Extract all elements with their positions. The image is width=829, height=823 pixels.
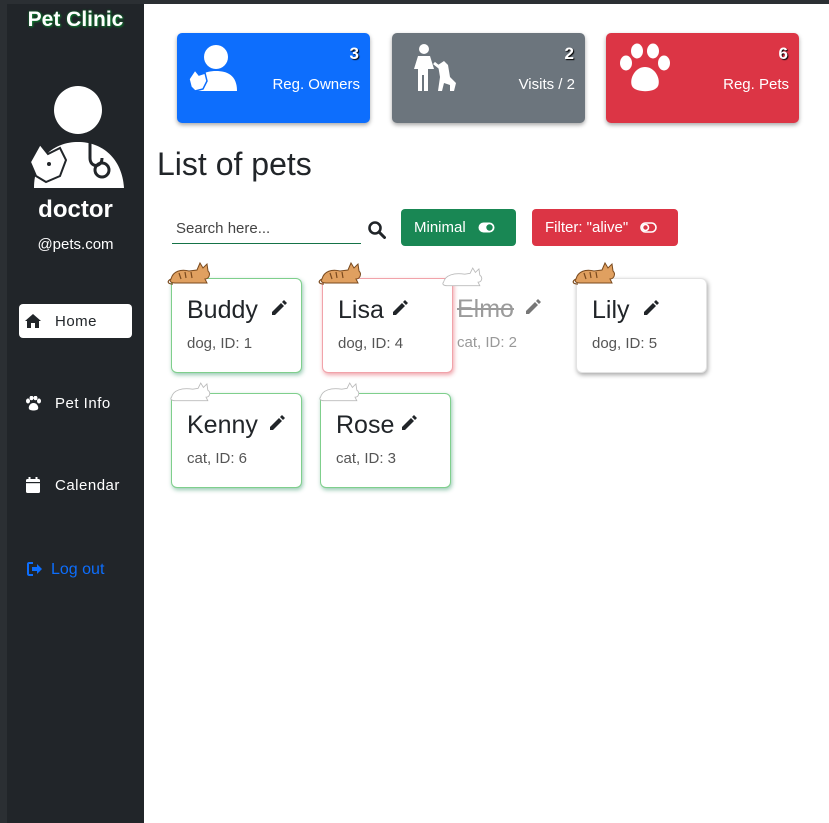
paw-icon bbox=[25, 395, 41, 411]
cat-lying-icon bbox=[167, 261, 210, 285]
logout-link[interactable]: Log out bbox=[27, 561, 104, 579]
pet-subtitle: cat, ID: 6 bbox=[187, 450, 248, 467]
nav-item-label: Pet Info bbox=[55, 394, 111, 412]
pet-card[interactable]: Lily dog, ID: 5 bbox=[576, 278, 707, 373]
stat-card-visits[interactable]: 2 Visits / 2 bbox=[392, 33, 585, 123]
pet-card[interactable]: Kenny cat, ID: 6 bbox=[171, 393, 302, 488]
search-input[interactable] bbox=[172, 214, 361, 242]
pet-subtitle: dog, ID: 4 bbox=[338, 335, 404, 352]
stat-label: Visits / 2 bbox=[518, 76, 575, 93]
pet-card[interactable]: Lisa dog, ID: 4 bbox=[322, 278, 453, 373]
filter-label: Filter: "alive" bbox=[545, 219, 629, 236]
cat-lying-outline-icon bbox=[170, 382, 211, 402]
filter-toggle-button[interactable]: Filter: "alive" bbox=[532, 209, 678, 246]
search-field bbox=[172, 214, 361, 244]
pet-card[interactable]: Elmo cat, ID: 2 bbox=[442, 278, 573, 373]
owner-with-pet-icon bbox=[189, 45, 237, 92]
pet-subtitle: dog, ID: 5 bbox=[592, 335, 658, 352]
pet-name: Kenny bbox=[187, 411, 258, 439]
page-title: List of pets bbox=[157, 146, 312, 182]
pencil-icon[interactable] bbox=[642, 299, 660, 317]
pencil-icon[interactable] bbox=[524, 298, 542, 316]
doctor-avatar-icon bbox=[28, 86, 124, 188]
logout-label: Log out bbox=[51, 561, 105, 578]
pet-subtitle: dog, ID: 1 bbox=[187, 335, 253, 352]
pencil-icon[interactable] bbox=[391, 299, 409, 317]
pet-card[interactable]: Rose cat, ID: 3 bbox=[320, 393, 451, 488]
nav-item-home[interactable]: Home bbox=[19, 304, 132, 338]
stat-value: 2 bbox=[564, 44, 574, 63]
cat-lying-icon bbox=[572, 261, 615, 285]
stat-label: Reg. Owners bbox=[272, 76, 360, 93]
sign-out-icon bbox=[27, 562, 43, 578]
minimal-label: Minimal bbox=[414, 219, 466, 236]
vet-with-dog-icon bbox=[414, 44, 456, 91]
stat-label: Reg. Pets bbox=[723, 76, 789, 93]
calendar-icon bbox=[25, 477, 41, 493]
pet-name: Lily bbox=[592, 296, 630, 324]
pet-subtitle: cat, ID: 3 bbox=[336, 450, 397, 467]
brand-title: Pet Clinic bbox=[27, 8, 124, 31]
pet-card[interactable]: Buddy dog, ID: 1 bbox=[171, 278, 302, 373]
pet-name: Elmo bbox=[457, 295, 514, 323]
pencil-icon[interactable] bbox=[268, 414, 286, 432]
toggle-on-icon bbox=[478, 222, 495, 233]
user-domain: @pets.com bbox=[37, 236, 114, 253]
minimal-toggle-button[interactable]: Minimal bbox=[401, 209, 516, 246]
nav-item-label: Calendar bbox=[55, 476, 120, 494]
stat-card-owners[interactable]: 3 Reg. Owners bbox=[177, 33, 370, 123]
sidebar: Pet Clinic doctor @pets.com Home Pet Inf… bbox=[7, 4, 144, 823]
pet-subtitle: cat, ID: 2 bbox=[457, 334, 518, 351]
pencil-icon[interactable] bbox=[400, 414, 418, 432]
cat-lying-icon bbox=[318, 261, 361, 285]
nav-item-pet-info[interactable]: Pet Info bbox=[19, 386, 132, 420]
pencil-icon[interactable] bbox=[270, 299, 288, 317]
search-icon[interactable] bbox=[368, 221, 386, 239]
cat-lying-outline-icon bbox=[319, 382, 360, 402]
left-edge bbox=[0, 0, 7, 823]
pet-name: Lisa bbox=[338, 296, 384, 324]
paw-icon bbox=[620, 43, 670, 92]
nav-item-label: Home bbox=[55, 312, 98, 330]
pet-name: Rose bbox=[336, 411, 395, 439]
stat-value: 6 bbox=[778, 44, 788, 63]
toggle-off-icon bbox=[640, 222, 657, 233]
stat-card-pets[interactable]: 6 Reg. Pets bbox=[606, 33, 799, 123]
cat-lying-outline-icon bbox=[442, 267, 483, 287]
nav-item-calendar[interactable]: Calendar bbox=[19, 468, 132, 502]
stat-value: 3 bbox=[349, 44, 359, 63]
home-icon bbox=[25, 313, 41, 329]
user-name: doctor bbox=[38, 196, 113, 223]
pet-name: Buddy bbox=[187, 296, 258, 324]
